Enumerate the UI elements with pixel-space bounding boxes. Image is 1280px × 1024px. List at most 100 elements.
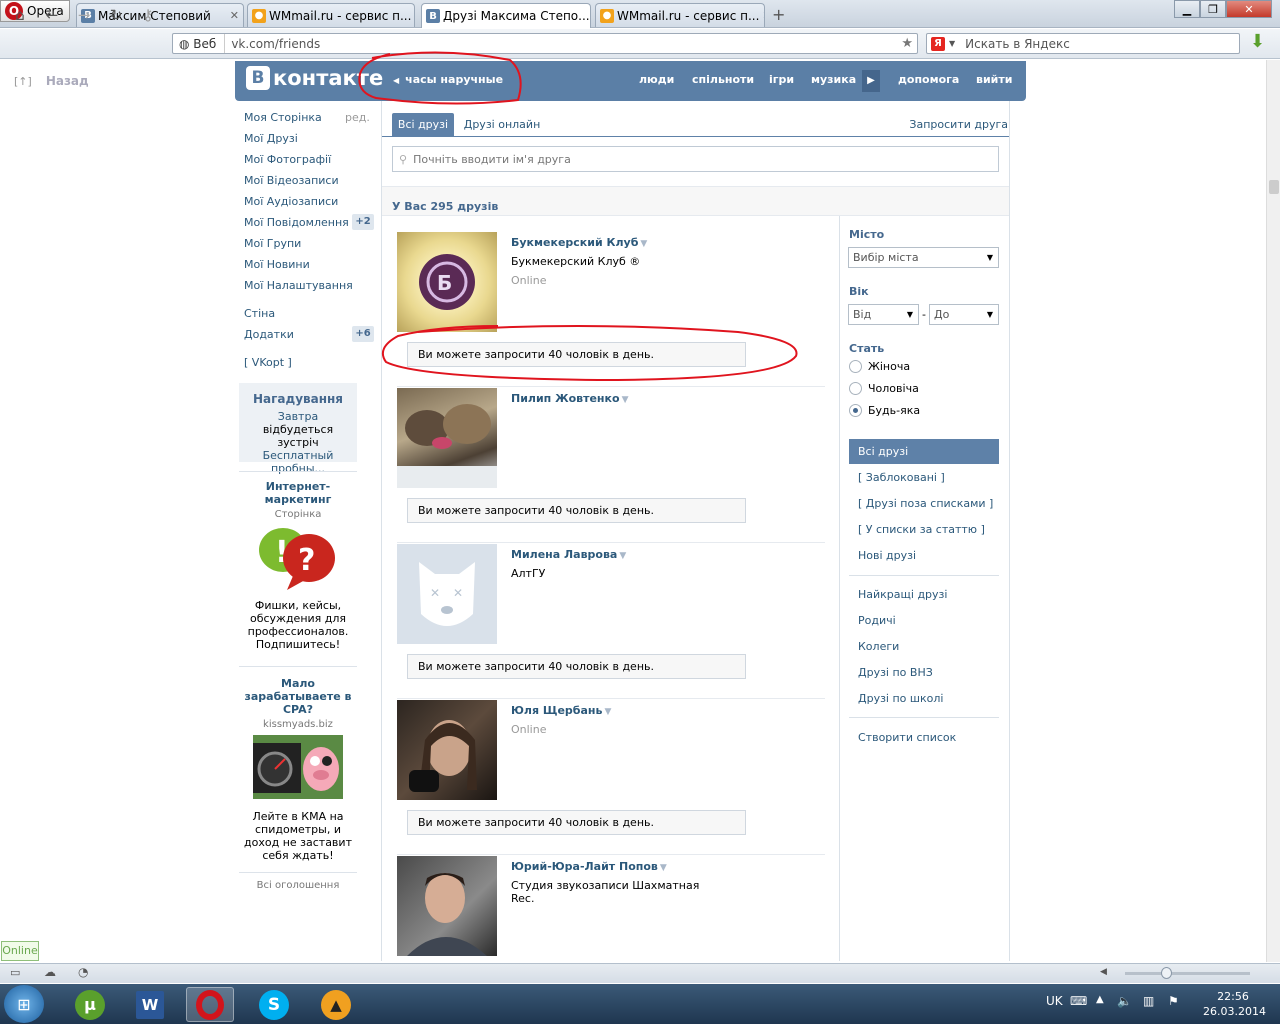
list-colleagues[interactable]: Колеги (858, 640, 899, 653)
key-icon[interactable]: ⚷ (139, 6, 157, 24)
list-by-gender[interactable]: [ У списки за статтю ] (858, 523, 985, 536)
list-outside-lists[interactable]: [ Друзі поза списками ] (858, 497, 993, 510)
radio-button-selected[interactable] (849, 404, 862, 417)
ad-title[interactable]: Интернет-маркетинг (239, 480, 357, 506)
menu-my-audio[interactable]: Мої Аудіозаписи (244, 195, 338, 208)
menu-my-messages[interactable]: Мої Повідомлення (244, 216, 349, 229)
ad-block-2[interactable]: Мало зарабатываете в CPA? kissmyads.biz … (239, 677, 357, 862)
menu-my-videos[interactable]: Мої Відеозаписи (244, 174, 339, 187)
create-list-link[interactable]: Створити список (858, 731, 956, 744)
friend-search-input[interactable]: ⚲ Почніть вводити ім'я друга (392, 146, 999, 172)
close-icon[interactable]: ✕ (759, 9, 764, 22)
friend-avatar[interactable] (397, 700, 497, 800)
system-clock[interactable]: 22:56 26.03.2014 (1203, 990, 1266, 1018)
sex-radio-female[interactable]: Жіноча (849, 360, 910, 373)
nav-music[interactable]: музика (811, 73, 856, 86)
tab-all-friends[interactable]: Всі друзі (392, 113, 454, 136)
list-blocked[interactable]: [ Заблоковані ] (858, 471, 945, 484)
dropdown-arrow-icon[interactable]: ▼ (660, 863, 667, 873)
download-icon[interactable]: ⬇ (1250, 33, 1268, 53)
tab-friends-online[interactable]: Друзі онлайн (460, 113, 544, 136)
tray-expand-icon[interactable]: ▲ (1096, 994, 1104, 1005)
menu-my-settings[interactable]: Мої Налаштування (244, 279, 353, 292)
reload-icon[interactable]: ↻ (107, 6, 125, 24)
nav-games[interactable]: ігри (769, 73, 794, 86)
friend-name[interactable]: Юрий-Юра-Лайт Попов ▼ (511, 860, 667, 873)
friend-name[interactable]: Пилип Жовтенко ▼ (511, 392, 628, 405)
zoom-out-icon[interactable]: ◀ (1100, 967, 1107, 977)
page-scrollbar[interactable] (1266, 60, 1280, 962)
opera-taskbar-icon[interactable] (186, 987, 234, 1022)
language-indicator[interactable]: UK (1046, 994, 1063, 1008)
dropdown-arrow-icon[interactable]: ▼ (640, 239, 647, 249)
minimize-button[interactable]: ▁ (1174, 0, 1200, 18)
menu-my-friends[interactable]: Мої Друзі (244, 132, 298, 145)
play-icon[interactable]: ▶ (862, 70, 880, 92)
radio-button[interactable] (849, 382, 862, 395)
list-relatives[interactable]: Родичі (858, 614, 896, 627)
friend-avatar[interactable] (397, 388, 497, 488)
nav-communities[interactable]: спільноти (692, 73, 754, 86)
utorrent-icon[interactable]: µ (66, 987, 114, 1022)
invite-friend-link[interactable]: Запросити друга (902, 113, 1008, 136)
network-icon[interactable]: ▥ (1143, 994, 1154, 1008)
friend-name[interactable]: Милена Лаврова ▼ (511, 548, 626, 561)
action-center-flag-icon[interactable]: ⚑ (1168, 994, 1179, 1008)
word-icon[interactable]: W (126, 987, 174, 1022)
close-icon[interactable]: ✕ (590, 10, 591, 23)
reminder-link-tomorrow[interactable]: Завтра (278, 410, 318, 423)
friend-name[interactable]: Букмекерский Клуб ▼ (511, 236, 647, 249)
new-tab-button[interactable]: + (772, 5, 785, 24)
dropdown-arrow-icon[interactable]: ▼ (619, 551, 626, 561)
ad-block-1[interactable]: Интернет-маркетинг Сторінка ! ? Фишки, к… (239, 480, 357, 651)
window-close-button[interactable]: ✕ (1226, 0, 1272, 18)
yandex-search-field[interactable]: Я ▼ Искать в Яндекс (926, 33, 1240, 54)
apps-count-badge[interactable]: +6 (352, 326, 374, 342)
tab-1[interactable]: В Максим Степовий ✕ (76, 3, 244, 27)
friend-name[interactable]: Юля Щербань ▼ (511, 704, 611, 717)
edit-link[interactable]: ред. (345, 111, 370, 124)
dropdown-arrow-icon[interactable]: ▼ (604, 707, 611, 717)
list-university-friends[interactable]: Друзі по ВНЗ (858, 666, 933, 679)
speed-dial-icon[interactable]: ◔ (78, 965, 88, 979)
menu-my-page[interactable]: Моя Сторінка (244, 111, 322, 124)
cloud-icon[interactable]: ☁ (44, 965, 56, 979)
sex-radio-any[interactable]: Будь-яка (849, 404, 920, 417)
aimp-icon[interactable]: ▲ (312, 987, 360, 1022)
address-bar[interactable]: ◍ Веб vk.com/friends ★ (172, 33, 918, 54)
keyboard-icon[interactable]: ⌨ (1070, 994, 1087, 1008)
volume-icon[interactable]: 🔈 (1117, 994, 1132, 1008)
menu-apps[interactable]: Додатки (244, 328, 294, 341)
nav-logout[interactable]: вийти (976, 73, 1012, 86)
windows-start-icon[interactable]: ⊞ (4, 985, 44, 1023)
menu-my-groups[interactable]: Мої Групи (244, 237, 301, 250)
list-best-friends[interactable]: Найкращі друзі (858, 588, 947, 601)
chevron-down-icon[interactable]: ▼ (949, 39, 955, 48)
panel-toggle-icon[interactable]: ▭ (10, 966, 20, 979)
list-all-friends[interactable]: Всі друзі (849, 439, 999, 464)
menu-my-photos[interactable]: Мої Фотографії (244, 153, 331, 166)
radio-button[interactable] (849, 360, 862, 373)
back-link[interactable]: [↑] Назад (14, 74, 89, 88)
tab-4[interactable]: ● WMmail.ru - сервис п... ✕ (595, 3, 765, 27)
close-icon[interactable]: ✕ (411, 9, 414, 22)
friend-avatar[interactable] (397, 856, 497, 956)
list-school-friends[interactable]: Друзі по школі (858, 692, 943, 705)
nav-help[interactable]: допомога (898, 73, 959, 86)
tab-2[interactable]: ● WMmail.ru - сервис п... ✕ (247, 3, 415, 27)
friend-avatar[interactable]: ✕ ✕ (397, 544, 497, 644)
maximize-button[interactable]: ❐ (1200, 0, 1226, 18)
ad-title[interactable]: Мало зарабатываете в CPA? (239, 677, 357, 716)
menu-vkopt[interactable]: [ VKopt ] (244, 356, 292, 369)
forward-arrow-icon[interactable]: → (75, 6, 93, 24)
bookmark-star-icon[interactable]: ★ (901, 36, 913, 51)
list-new-friends[interactable]: Нові друзі (858, 549, 916, 562)
scrollbar-thumb[interactable] (1269, 180, 1279, 194)
friend-avatar[interactable]: Б (397, 232, 497, 332)
tab-3-active[interactable]: В Друзі Максима Степо... ✕ (421, 3, 591, 28)
all-ads-link[interactable]: Всі оголошення (239, 880, 357, 891)
messages-count-badge[interactable]: +2 (352, 214, 374, 230)
home-icon[interactable]: ⌂ (11, 6, 29, 24)
sex-radio-male[interactable]: Чоловіча (849, 382, 919, 395)
city-select[interactable]: Вибір міста ▼ (848, 247, 999, 268)
